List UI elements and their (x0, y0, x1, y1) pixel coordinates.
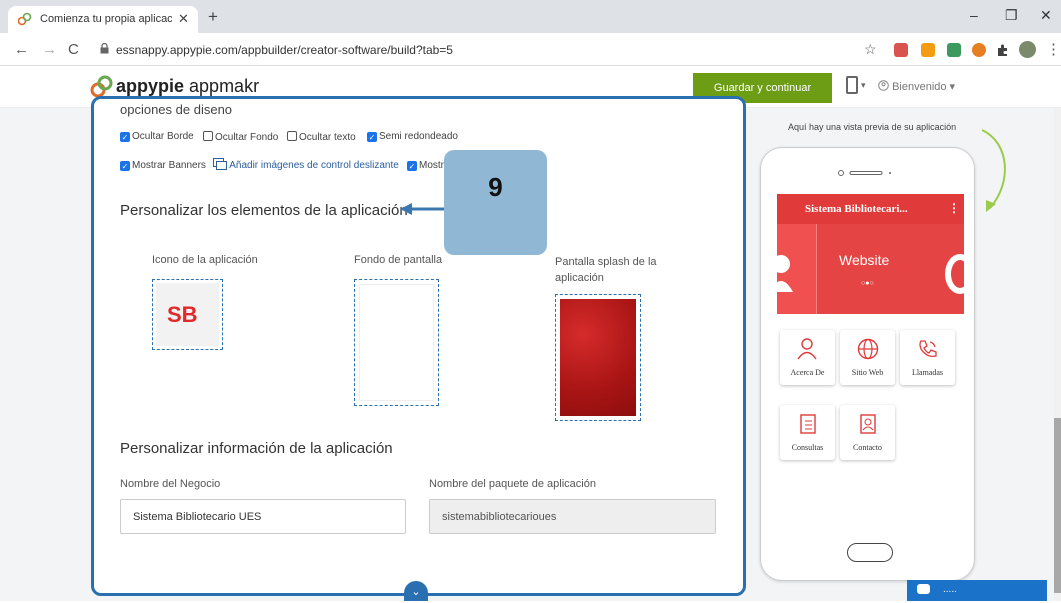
preview-app-title: Sistema Bibliotecari... (805, 203, 908, 215)
add-slider-images-link[interactable]: Añadir imágenes de control deslizante (213, 158, 399, 171)
banner-text: Website (839, 252, 890, 268)
checkbox-hide-border[interactable]: ✓ Ocultar Borde (120, 131, 194, 142)
browser-tab[interactable]: Comienza tu propia aplicación en ✕ (8, 6, 198, 33)
document-icon (800, 414, 816, 434)
scrollbar-thumb[interactable] (1054, 418, 1061, 593)
browser-menu-icon[interactable]: ⋮ (1046, 40, 1061, 58)
user-menu[interactable]: Bienvenido ▾ (878, 80, 955, 93)
phone-speaker-icon (838, 170, 891, 176)
preview-banner: Website ○●○ (777, 224, 964, 314)
url-field[interactable]: essnappy.appypie.com/appbuilder/creator-… (86, 37, 886, 62)
orange-extension-icon[interactable] (972, 43, 986, 57)
checkbox-semi-rounded[interactable]: ✓ Semi redondeado (367, 131, 458, 142)
office-extension-icon[interactable] (921, 43, 935, 57)
page-scrollbar[interactable] (1054, 108, 1061, 601)
image-gallery-icon (213, 158, 227, 170)
banner-dots: ○●○ (861, 280, 874, 287)
customize-elements-title: Personalizar los elementos de la aplicac… (120, 202, 408, 219)
preview-caption: Aquí hay una vista previa de su aplicaci… (788, 122, 957, 132)
checkbox-icon: ✓ (367, 132, 377, 142)
restore-button[interactable]: ❐ (1005, 7, 1018, 24)
green-extension-icon[interactable] (947, 43, 961, 57)
tile-acerca-de: Acerca De (780, 330, 835, 385)
preview-app-bar: Sistema Bibliotecari... ⋮ (777, 194, 964, 224)
tile-consultas: Consultas (780, 405, 835, 460)
banner-person-icon (777, 255, 793, 292)
package-name-label: Nombre del paquete de aplicación (429, 478, 596, 490)
app-icon-text: SB (167, 302, 198, 327)
forward-button[interactable]: → (42, 41, 57, 58)
checkbox-icon: ✓ (120, 132, 130, 142)
close-window-button[interactable]: ✕ (1040, 7, 1052, 24)
browser-tab-bar: Comienza tu propia aplicación en ✕ + – ❐… (0, 0, 1061, 33)
preview-curve-arrow-icon (981, 129, 1006, 212)
checkbox-icon: ✓ (407, 161, 417, 171)
bookmark-star-icon[interactable]: ☆ (864, 41, 877, 58)
app-icon-upload[interactable]: SB (152, 279, 223, 350)
back-button[interactable]: ← (14, 41, 29, 58)
chat-widget[interactable]: ..... (907, 580, 1047, 601)
mobile-device-icon[interactable] (846, 76, 858, 94)
chat-text: ..... (943, 584, 957, 595)
checkbox-hide-text[interactable]: Ocultar texto (287, 131, 356, 143)
checkbox-icon: ✓ (120, 161, 130, 171)
step-number: 9 (488, 172, 503, 202)
profile-avatar[interactable] (1019, 41, 1036, 58)
checkbox-icon (287, 131, 297, 141)
puzzle-extensions-icon[interactable] (996, 43, 1010, 57)
phone-preview: Sistema Bibliotecari... ⋮ Website ○●○ Ac… (760, 147, 975, 581)
globe-icon (857, 338, 879, 360)
user-icon (797, 338, 817, 360)
wallpaper-label: Fondo de pantalla (354, 254, 443, 266)
customize-info-title: Personalizar información de la aplicació… (120, 440, 393, 457)
checkbox-show-more[interactable]: ✓ Mostr (407, 160, 444, 171)
appypie-favicon-icon (18, 12, 32, 26)
splash-label: Pantalla splash de la aplicación (555, 256, 657, 284)
scroll-down-button[interactable]: ⌄ (404, 581, 428, 601)
checkbox-icon (203, 131, 213, 141)
tile-sitio-web: Sitio Web (840, 330, 895, 385)
tab-close-icon[interactable]: ✕ (178, 11, 189, 27)
device-dropdown-icon[interactable]: ▾ (861, 80, 866, 91)
callout-arrow-icon (400, 203, 446, 215)
preview-menu-icon: ⋮ (948, 201, 960, 215)
new-tab-button[interactable]: + (208, 7, 218, 27)
minimize-button[interactable]: – (970, 7, 978, 23)
lock-icon (100, 43, 109, 54)
tile-llamadas: Llamadas (900, 330, 955, 385)
phone-home-button (847, 543, 893, 562)
wallpaper-upload[interactable] (354, 279, 439, 406)
banner-circle-shape (945, 254, 964, 294)
contact-card-icon (860, 414, 876, 434)
phone-call-icon (919, 340, 937, 357)
user-icon (878, 80, 889, 91)
app-icon-label: Icono de la aplicación (152, 254, 258, 266)
business-name-input[interactable]: Sistema Bibliotecario UES (120, 499, 406, 534)
appypie-logo-text: appypie appmakr (116, 76, 260, 96)
address-bar: ← → C essnappy.appypie.com/appbuilder/cr… (0, 33, 1061, 66)
design-options-title: opciones de diseno (120, 102, 233, 117)
tile-contacto: Contacto (840, 405, 895, 460)
tab-title: Comienza tu propia aplicación en (40, 13, 172, 25)
package-name-input: sistemabibliotecarioues (429, 499, 716, 534)
chat-bubble-icon (917, 584, 930, 594)
url-text: essnappy.appypie.com/appbuilder/creator-… (116, 43, 453, 57)
reload-button[interactable]: C (68, 41, 79, 58)
checkbox-show-banners[interactable]: ✓ Mostrar Banners (120, 160, 206, 171)
splash-upload[interactable] (555, 294, 641, 421)
step-callout: 9 (444, 150, 547, 255)
checkbox-hide-background[interactable]: Ocultar Fondo (203, 131, 278, 143)
business-name-label: Nombre del Negocio (120, 478, 221, 490)
pdf-extension-icon[interactable] (894, 43, 908, 57)
